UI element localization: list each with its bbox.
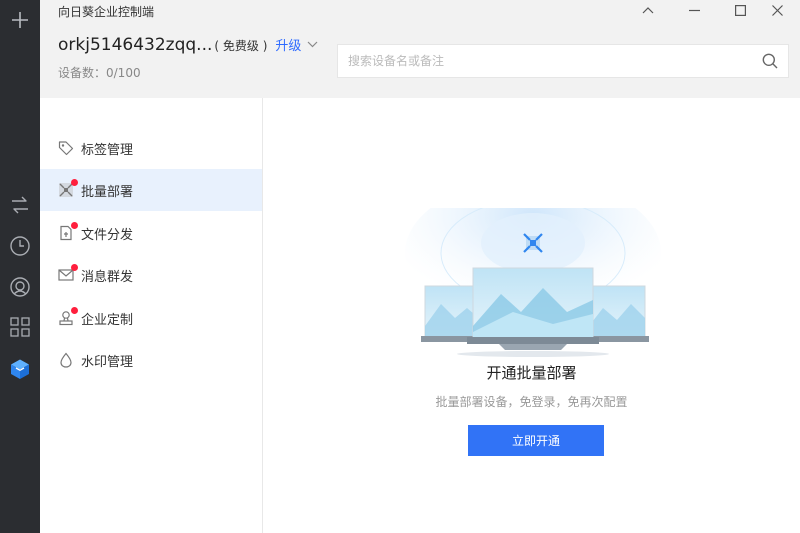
remote-control-nav[interactable] bbox=[0, 185, 40, 225]
sidebar-item-enterprise-custom[interactable]: 企业定制 bbox=[40, 297, 262, 339]
remote-person-icon bbox=[10, 277, 30, 297]
sidebar-item-watermark[interactable]: 水印管理 bbox=[40, 339, 262, 381]
add-button[interactable] bbox=[0, 0, 40, 40]
minimize-button[interactable] bbox=[671, 0, 717, 20]
account-name: orkj5146432zqq... bbox=[58, 35, 213, 55]
sidebar-item-label: 水印管理 bbox=[81, 354, 134, 370]
sidebar-item-label: 消息群发 bbox=[81, 269, 134, 285]
sidebar-item-file-distribution[interactable]: 文件分发 bbox=[40, 212, 262, 254]
tag-icon bbox=[58, 141, 74, 156]
sidebar-item-label: 批量部署 bbox=[81, 184, 134, 200]
search-box bbox=[337, 44, 789, 78]
sidebar-item-mass-message[interactable]: 消息群发 bbox=[40, 254, 262, 296]
apps-nav[interactable] bbox=[0, 307, 40, 347]
plan-badge: ( 免费级 ) bbox=[214, 39, 268, 53]
activate-button[interactable]: 立即开通 bbox=[468, 425, 604, 456]
account-menu-button[interactable] bbox=[307, 33, 318, 52]
feature-title: 开通批量部署 bbox=[486, 364, 577, 382]
sidebar-item-label: 文件分发 bbox=[81, 227, 134, 243]
left-rail bbox=[0, 0, 40, 533]
device-count: 设备数：0/100 bbox=[58, 66, 141, 80]
new-badge bbox=[71, 264, 78, 271]
minimize-icon bbox=[688, 9, 700, 11]
app-title: 向日葵企业控制端 bbox=[58, 5, 155, 19]
sidebar-item-label: 企业定制 bbox=[81, 312, 134, 328]
account-info: orkj5146432zqq... ( 免费级 ) 升级 bbox=[58, 35, 318, 55]
search-button[interactable] bbox=[762, 53, 778, 73]
feature-subtitle: 批量部署设备，免登录，免再次配置 bbox=[435, 395, 628, 409]
main-content: 开通批量部署 批量部署设备，免登录，免再次配置 立即开通 bbox=[263, 98, 800, 533]
close-button[interactable] bbox=[754, 0, 800, 20]
sidebar: 标签管理 批量部署 文件分发 消息群发 企业定制 水印管理 bbox=[40, 98, 263, 533]
maximize-icon bbox=[734, 4, 746, 16]
clock-icon bbox=[10, 236, 30, 256]
collapse-button[interactable] bbox=[625, 0, 671, 20]
upgrade-link[interactable]: 升级 bbox=[275, 35, 301, 54]
enterprise-cube-icon bbox=[11, 359, 29, 379]
sidebar-item-label: 标签管理 bbox=[81, 142, 134, 158]
chevron-up-icon bbox=[642, 7, 654, 14]
search-input[interactable] bbox=[338, 45, 748, 77]
history-nav[interactable] bbox=[0, 226, 40, 266]
search-icon bbox=[762, 53, 778, 69]
enterprise-nav[interactable] bbox=[0, 349, 40, 389]
deploy-logo-icon bbox=[523, 233, 543, 253]
chevron-down-icon bbox=[307, 41, 318, 48]
sidebar-item-tags[interactable]: 标签管理 bbox=[40, 127, 262, 169]
switch-arrows-icon bbox=[12, 196, 28, 214]
header: 向日葵企业控制端 orkj5146432zqq... ( 免费级 ) 升级 设备… bbox=[40, 0, 800, 98]
sidebar-item-batch-deploy[interactable]: 批量部署 bbox=[40, 169, 262, 211]
drop-icon bbox=[60, 352, 72, 368]
new-badge bbox=[71, 179, 78, 186]
batch-deploy-illustration bbox=[405, 208, 661, 357]
new-badge bbox=[71, 222, 78, 229]
remote-assist-nav[interactable] bbox=[0, 267, 40, 307]
app-grid-icon bbox=[10, 317, 30, 337]
close-icon bbox=[771, 4, 783, 16]
plus-icon bbox=[12, 12, 28, 28]
new-badge bbox=[71, 307, 78, 314]
